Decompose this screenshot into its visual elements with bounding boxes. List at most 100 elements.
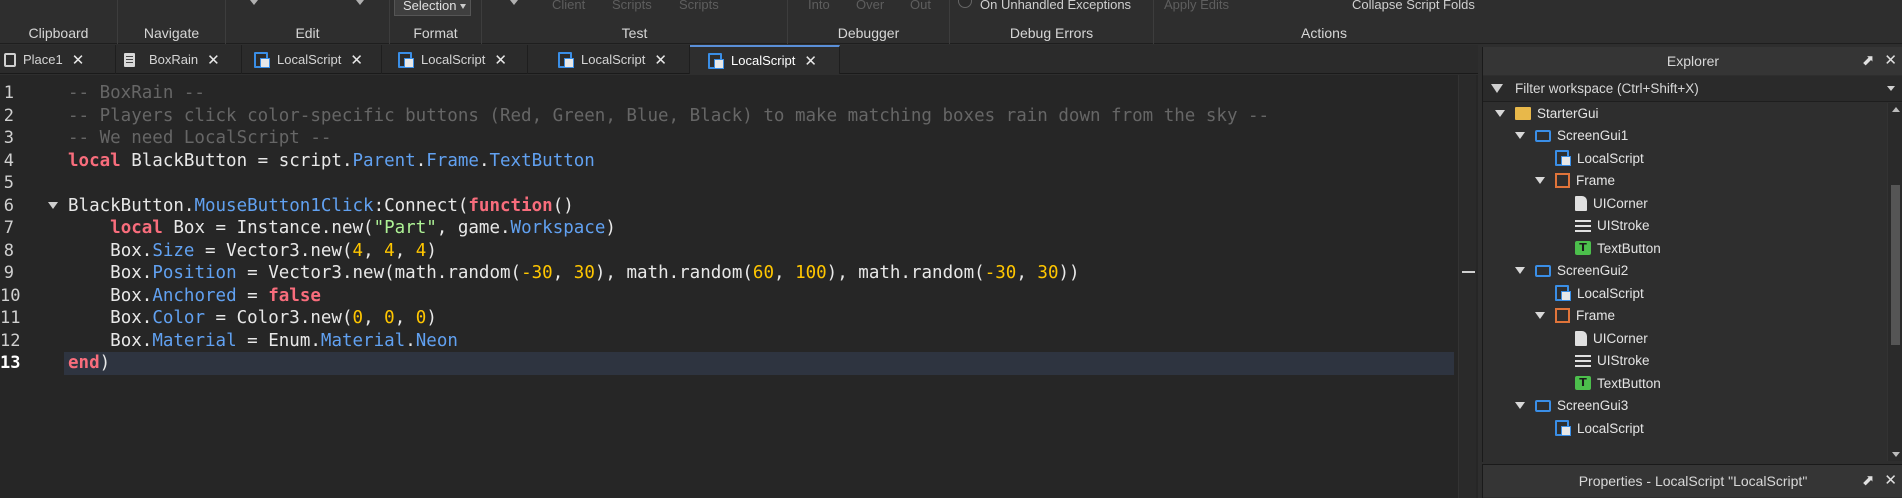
- tree-item-label: Frame: [1576, 173, 1616, 189]
- tree-item-textbutton[interactable]: T TextButton: [1555, 237, 1661, 260]
- scripts-button-2[interactable]: Scripts: [679, 0, 719, 12]
- localscript-icon: [1555, 420, 1571, 437]
- number-token: 4: [352, 240, 364, 261]
- scripts-button-1[interactable]: Scripts: [612, 0, 652, 12]
- selection-dropdown[interactable]: Selection: [394, 0, 472, 16]
- undock-icon[interactable]: ⬈: [1862, 52, 1875, 69]
- localscript-icon: [708, 52, 724, 69]
- edit-dropdown-2[interactable]: [356, 0, 364, 5]
- unhandled-exceptions-radio[interactable]: [958, 0, 972, 8]
- edit-dropdown-1[interactable]: [250, 0, 258, 5]
- close-icon[interactable]: ✕: [72, 51, 85, 69]
- explorer-panel: Explorer ⬈ ✕ Filter workspace (Ctrl+Shift…: [1482, 47, 1902, 462]
- explorer-scrollbar[interactable]: [1887, 103, 1902, 461]
- code-line-6: BlackButton.MouseButton1Click:Connect(fu…: [68, 195, 574, 218]
- line-number-gutter: 1 2 3 4 5 6 7 8 9 10 11 12 13: [0, 75, 40, 498]
- close-icon[interactable]: ✕: [654, 51, 667, 69]
- close-icon[interactable]: ✕: [1884, 472, 1897, 489]
- scroll-up-icon[interactable]: [1892, 107, 1900, 112]
- tree-item-textbutton[interactable]: T TextButton: [1555, 372, 1661, 395]
- keyword-token: local: [110, 218, 163, 238]
- explorer-header: Explorer ⬈ ✕: [1483, 47, 1902, 75]
- unhandled-exceptions-label: On Unhandled Exceptions: [980, 0, 1132, 12]
- edit-group: Edit: [226, 0, 390, 44]
- number-token: 0: [384, 308, 395, 328]
- step-over-button[interactable]: Over: [856, 0, 884, 12]
- tree-item-label: UICorner: [1593, 195, 1648, 211]
- tab-localscript-active[interactable]: LocalScript ✕: [690, 45, 840, 74]
- code-token: = Enum.: [236, 330, 321, 351]
- code-token: = Color3.new(: [205, 308, 353, 328]
- close-icon[interactable]: ✕: [207, 51, 220, 69]
- tree-item-frame[interactable]: Frame: [1535, 305, 1615, 328]
- expand-caret-icon[interactable]: [1535, 312, 1545, 320]
- ribbon-toolbar: Clipboard Navigate Edit Selection Format…: [0, 0, 1902, 44]
- place-icon: [4, 52, 16, 67]
- tree-item-localscript[interactable]: LocalScript: [1535, 417, 1644, 440]
- expand-caret-icon[interactable]: [1515, 402, 1525, 410]
- debugger-label: Debugger: [837, 25, 900, 41]
- number-token: 30: [573, 263, 595, 283]
- script-editor[interactable]: 1 2 3 4 5 6 7 8 9 10 11 12 13 -- BoxRain…: [0, 75, 1478, 498]
- collapse-script-folds-button[interactable]: Collapse Script Folds: [1352, 0, 1475, 12]
- tree-item-uicorner[interactable]: UICorner: [1555, 327, 1648, 350]
- scroll-thumb[interactable]: [1891, 185, 1900, 345]
- tree-item-uistroke[interactable]: UIStroke: [1555, 215, 1650, 238]
- undock-icon[interactable]: ⬈: [1862, 472, 1875, 489]
- number-token: 0: [415, 308, 427, 328]
- step-out-button[interactable]: Out: [910, 0, 931, 12]
- expand-caret-icon[interactable]: [1495, 109, 1505, 117]
- line-number: 10: [0, 285, 21, 306]
- tab-boxrain[interactable]: BoxRain ✕: [116, 45, 242, 74]
- tree-item-startergui[interactable]: StarterGui: [1495, 103, 1599, 125]
- line-number-current: 13: [0, 353, 21, 373]
- close-icon[interactable]: ✕: [350, 51, 363, 69]
- tree-item-label: TextButton: [1597, 375, 1661, 391]
- test-dropdown[interactable]: [510, 0, 518, 5]
- screengui-icon: [1535, 129, 1551, 142]
- close-icon[interactable]: ✕: [804, 52, 817, 70]
- code-token: ): [426, 240, 437, 261]
- chevron-down-icon[interactable]: [1887, 86, 1895, 91]
- step-into-button[interactable]: Into: [808, 0, 830, 12]
- tree-item-uistroke[interactable]: UIStroke: [1555, 350, 1650, 373]
- filter-workspace-input[interactable]: Filter workspace (Ctrl+Shift+X): [1483, 76, 1902, 102]
- editor-scrollbar[interactable]: [1458, 75, 1476, 498]
- tree-item-uicorner[interactable]: UICorner: [1555, 192, 1648, 215]
- tree-item-localscript[interactable]: LocalScript: [1535, 147, 1644, 170]
- tree-item-screengui3[interactable]: ScreenGui3: [1515, 395, 1628, 418]
- code-token: ,: [363, 240, 385, 261]
- string-token: "Part": [373, 218, 437, 238]
- expand-caret-icon[interactable]: [1515, 132, 1525, 140]
- close-icon[interactable]: ✕: [1884, 52, 1897, 69]
- tree-item-screengui1[interactable]: ScreenGui1: [1515, 125, 1628, 148]
- code-token: Box.: [110, 330, 153, 351]
- fold-toggle-icon[interactable]: [48, 202, 58, 209]
- property-token: MouseButton1Click: [194, 195, 374, 216]
- tab-label: LocalScript: [277, 52, 342, 67]
- code-token: = Vector3.new(math.random(: [236, 263, 522, 283]
- expand-caret-icon[interactable]: [1515, 267, 1525, 275]
- tab-localscript-1[interactable]: LocalScript ✕: [242, 45, 382, 74]
- tab-localscript-2[interactable]: LocalScript ✕: [382, 45, 528, 74]
- tree-item-screengui2[interactable]: ScreenGui2: [1515, 260, 1628, 283]
- property-token: Workspace: [510, 218, 606, 238]
- screengui-icon: [1535, 399, 1551, 412]
- close-icon[interactable]: ✕: [494, 51, 507, 69]
- tree-item-localscript[interactable]: LocalScript: [1535, 282, 1644, 305]
- scroll-down-icon[interactable]: [1892, 452, 1900, 457]
- panel-controls: ⬈ ✕: [1852, 465, 1897, 497]
- expand-caret-icon[interactable]: [1535, 177, 1545, 185]
- code-area[interactable]: -- BoxRain -- -- Players click color-spe…: [64, 75, 1458, 498]
- tree-item-frame[interactable]: Frame: [1535, 170, 1615, 193]
- code-token: ): [99, 353, 111, 373]
- tab-place1[interactable]: Place1 ✕: [0, 45, 116, 74]
- client-button[interactable]: Client: [552, 0, 585, 12]
- tree-item-label: LocalScript: [1577, 150, 1644, 166]
- property-token: Parent: [352, 150, 416, 171]
- tab-localscript-3[interactable]: LocalScript ✕: [528, 45, 690, 74]
- code-line-8: Box.Size = Vector3.new(4, 4, 4): [68, 240, 437, 263]
- apply-edits-button[interactable]: Apply Edits: [1164, 0, 1229, 12]
